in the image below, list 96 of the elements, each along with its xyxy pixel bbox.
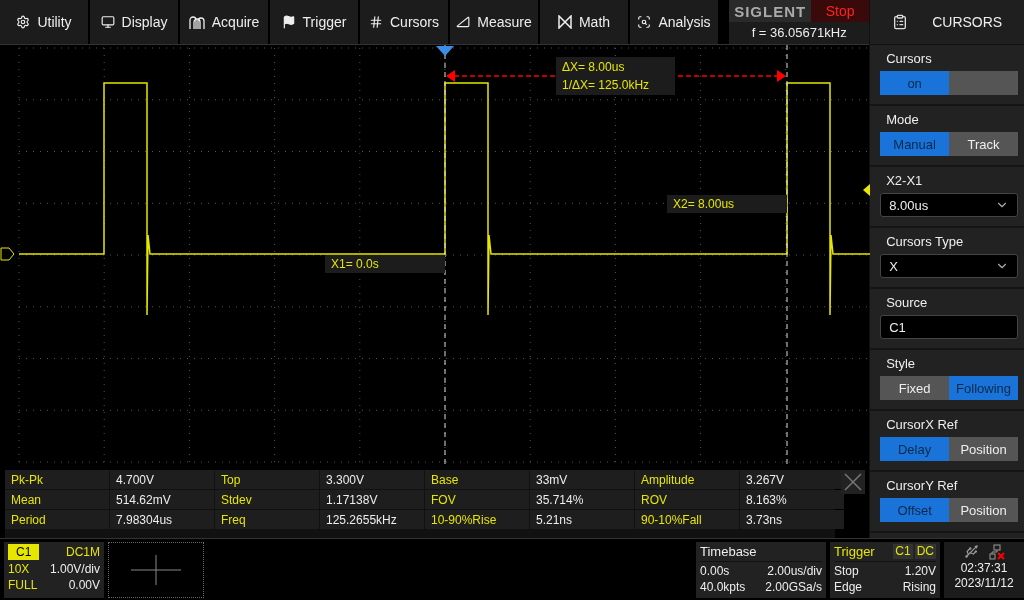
trigger-slope: Rising xyxy=(902,580,936,594)
menu-button[interactable]: Cursors xyxy=(360,0,448,44)
measurement-name: Freq xyxy=(215,510,319,529)
measurement-name: 10-90%Rise xyxy=(425,510,529,529)
measurement-name: Amplitude xyxy=(635,470,739,489)
run-state[interactable]: Stop xyxy=(811,0,870,22)
section-label: Cursors xyxy=(885,51,933,66)
horizontal-scale: 2.00us/div xyxy=(767,564,822,578)
section-label: Cursors Type xyxy=(885,234,965,249)
measurement-value: 4.700V xyxy=(110,470,214,489)
sample-rate: 2.00GSa/s xyxy=(765,580,822,594)
menu-button[interactable]: Measure xyxy=(450,0,538,44)
measurement-value: 3.73ns xyxy=(740,510,844,529)
usb-icon xyxy=(963,544,979,559)
cursor-label: X2= 8.00us xyxy=(667,195,787,213)
trigger-info[interactable]: Trigger C1 DC Stop 1.20V Edge Rising xyxy=(830,542,940,598)
clipboard-icon xyxy=(892,14,909,30)
channel-marker-icon xyxy=(0,247,15,261)
ruler-triangle-icon xyxy=(456,15,471,29)
section-label: X2-X1 xyxy=(885,173,924,188)
measurement-value: 7.98304us xyxy=(110,510,214,529)
settings-icon xyxy=(16,15,31,29)
memory-depth: 40.0kpts xyxy=(700,580,746,594)
measurement-name: Top xyxy=(215,470,319,489)
measurement-name: Stdev xyxy=(215,490,319,509)
measurement-value: 3.300V xyxy=(320,470,424,489)
measurement-value: 125.2655kHz xyxy=(320,510,424,529)
dropdown[interactable]: 8.00us xyxy=(880,193,1018,217)
trigger-title: Trigger xyxy=(834,544,875,559)
close-icon xyxy=(844,473,862,491)
coupling: DC1M xyxy=(66,545,100,559)
cursor-line[interactable] xyxy=(786,45,788,465)
measurement-value: 35.714% xyxy=(530,490,634,509)
grid-icon xyxy=(369,15,383,29)
clock-date: 2023/11/12 xyxy=(954,576,1014,590)
measurement-value: 3.267V xyxy=(740,470,844,489)
measurement-value: 8.163% xyxy=(740,490,844,509)
trigger-coupling: DC xyxy=(914,544,936,559)
channel-name: C1 xyxy=(8,544,40,560)
cursor-line[interactable] xyxy=(444,45,446,465)
probe-ratio: 10X xyxy=(8,562,30,576)
section-label: Source xyxy=(885,295,929,310)
measurement-name: Base xyxy=(425,470,529,489)
menu-button[interactable]: Display xyxy=(90,0,178,44)
trigger-level: 1.20V xyxy=(904,564,936,578)
section-label: Style xyxy=(885,356,917,371)
clock-time: 02:37:31 xyxy=(960,561,1008,575)
option-button[interactable]: Track xyxy=(949,132,1018,156)
channel-info[interactable]: C1 DC1M 10X 1.00V/div FULL 0.00V xyxy=(4,542,104,598)
delta-readout: ΔX= 8.00us xyxy=(562,60,626,74)
image-search-icon xyxy=(637,15,652,29)
menu-button[interactable]: Math xyxy=(540,0,628,44)
monitor-icon xyxy=(100,15,115,29)
measurement-name: Pk-Pk xyxy=(5,470,109,489)
cursor-label: X1= 0.0s xyxy=(325,255,445,273)
panel-title: CURSORS xyxy=(932,14,1003,30)
measurement-value: 514.62mV xyxy=(110,490,214,509)
crosshair-icon xyxy=(131,555,181,585)
arches-icon xyxy=(188,15,205,29)
option-button[interactable]: Position xyxy=(949,498,1018,522)
horizontal-delay: 0.00s xyxy=(700,564,730,578)
close-button[interactable] xyxy=(841,470,865,494)
network-disconnected-icon xyxy=(988,544,1005,560)
flag-icon xyxy=(281,15,296,29)
menu-button[interactable]: Trigger xyxy=(270,0,358,44)
vertical-offset: 0.00V xyxy=(68,578,100,592)
menu-button[interactable]: Utility xyxy=(0,0,88,44)
inverse-delta-readout: 1/ΔX= 125.0kHz xyxy=(562,78,651,92)
trigger-type: Edge xyxy=(834,580,863,594)
section-label: CursorX Ref xyxy=(885,417,959,432)
vertical-scale: 1.00V/div xyxy=(49,562,100,576)
input-field[interactable]: C1 xyxy=(880,315,1018,339)
menu-button[interactable]: Acquire xyxy=(180,0,268,44)
brand-logo: SIGLENT xyxy=(729,0,812,22)
measurement-name: Mean xyxy=(5,490,109,509)
measurement-value: 1.17138V xyxy=(320,490,424,509)
timebase-info[interactable]: Timebase 0.00s 2.00us/div 40.0kpts 2.00GSa/s xyxy=(696,542,826,598)
bowtie-icon xyxy=(557,15,572,29)
timebase-title: Timebase xyxy=(700,544,757,559)
option-button[interactable]: Fixed xyxy=(880,376,950,400)
section-label: Mode xyxy=(885,112,920,127)
section-label: CursorY Ref xyxy=(885,478,959,493)
measurement-value: 33mV xyxy=(530,470,634,489)
empty-channel-slot[interactable] xyxy=(108,542,204,598)
measurement-name: ROV xyxy=(635,490,739,509)
option-button[interactable]: Position xyxy=(949,437,1018,461)
dropdown[interactable]: X xyxy=(880,254,1018,278)
measurement-name: Period xyxy=(5,510,109,529)
measurement-value: 5.21ns xyxy=(530,510,634,529)
trigger-source: C1 xyxy=(893,544,913,559)
menu-button[interactable]: Analysis xyxy=(630,0,718,44)
trigger-state: Stop xyxy=(834,564,859,578)
bandwidth: FULL xyxy=(8,578,38,592)
frequency-readout: f = 36.05671kHz xyxy=(750,24,848,40)
measurement-name: FOV xyxy=(425,490,529,509)
measurement-name: 90-10%Fall xyxy=(635,510,739,529)
